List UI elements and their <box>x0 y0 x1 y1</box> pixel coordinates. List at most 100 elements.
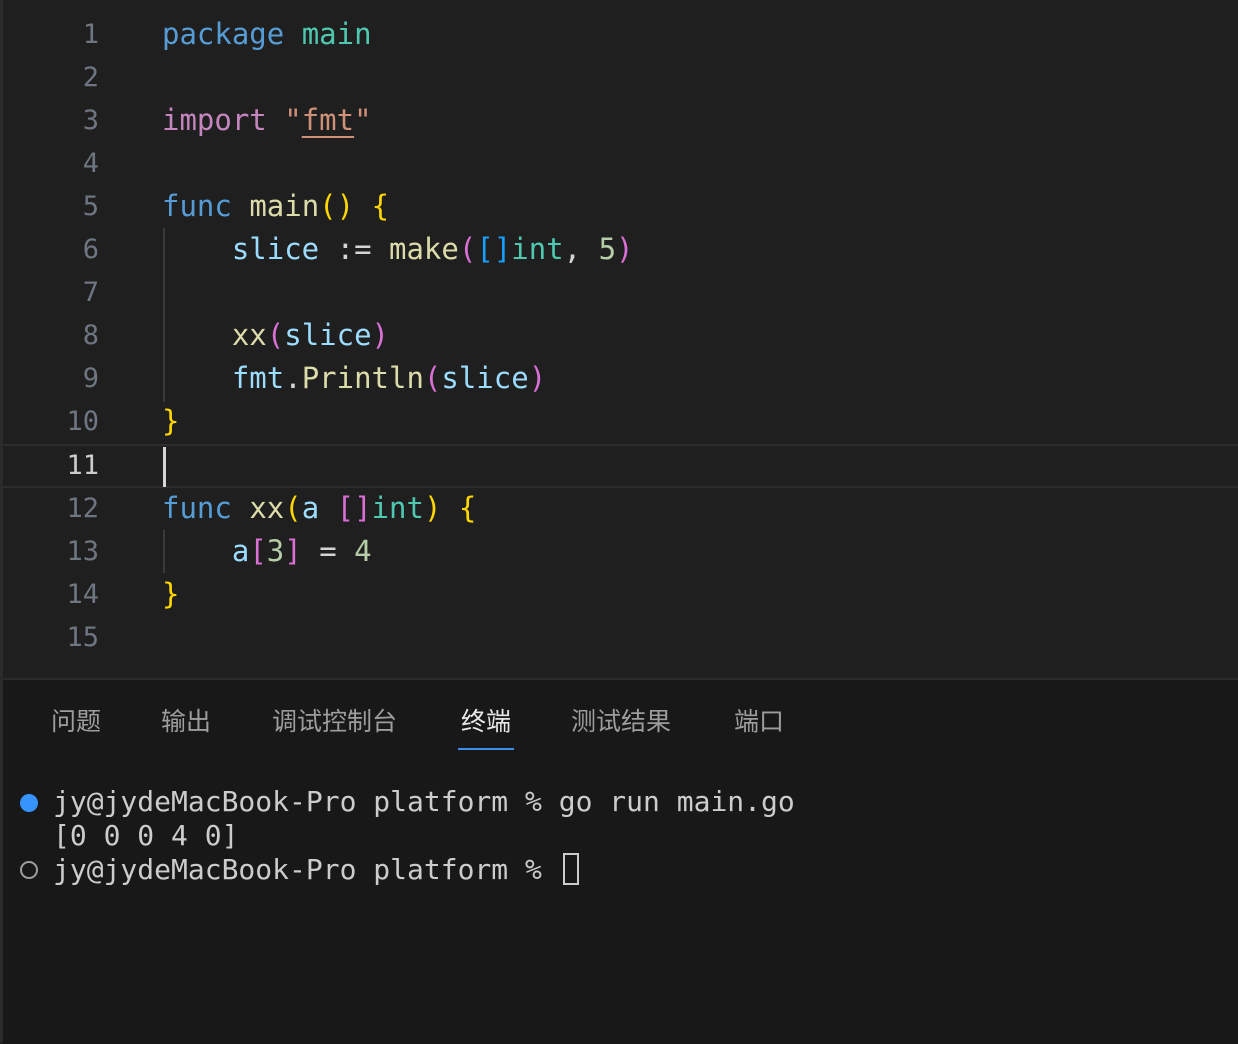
keyword: func <box>162 491 232 525</box>
function-name: main <box>249 189 320 223</box>
paren: ) <box>371 318 390 352</box>
line-number: 6 <box>82 234 99 265</box>
tab-label: 调试控制台 <box>272 707 398 736</box>
line-number: 12 <box>66 493 99 524</box>
line-number: 10 <box>66 406 99 437</box>
code-line[interactable]: 8 xx(slice) <box>3 314 1238 357</box>
line-number: 13 <box>66 536 99 567</box>
line-number: 1 <box>82 19 99 50</box>
tab-ports[interactable]: 端口 <box>734 704 784 750</box>
function-call: make <box>389 232 459 266</box>
text-caret <box>163 447 166 487</box>
paren: ( <box>458 232 477 266</box>
line-number: 3 <box>82 105 99 136</box>
panel-tabs: 问题 输出 调试控制台 终端 测试结果 端口 <box>3 680 1238 752</box>
keyword: package <box>162 17 285 51</box>
function-call: Println <box>301 361 424 395</box>
line-number: 15 <box>66 622 99 653</box>
paren: ) <box>423 491 442 525</box>
parameter: a <box>301 491 320 525</box>
code-line[interactable]: 2 <box>3 56 1238 99</box>
terminal-line: jy@jydeMacBook-Pro platform % go run mai… <box>53 785 795 818</box>
number-literal: 5 <box>598 232 617 266</box>
type-name: int <box>511 232 564 266</box>
command-success-icon[interactable] <box>20 794 38 812</box>
tab-test-results[interactable]: 测试结果 <box>571 704 671 750</box>
brace: { <box>371 189 390 223</box>
tab-terminal[interactable]: 终端 <box>458 704 515 750</box>
line-number: 7 <box>82 277 99 308</box>
line-number: 4 <box>82 148 99 179</box>
type-name: int <box>371 491 424 525</box>
line-number: 14 <box>66 579 99 610</box>
package-ref: fmt <box>231 361 285 395</box>
tab-label: 终端 <box>461 707 512 736</box>
line-number: 8 <box>82 320 99 351</box>
bracket: [] <box>476 232 512 266</box>
active-tab-indicator <box>458 748 515 750</box>
paren: ) <box>336 189 355 223</box>
code-line[interactable]: 5 func main() { <box>3 185 1238 228</box>
operator: := <box>336 232 372 266</box>
code-line[interactable]: 1 package main <box>3 13 1238 56</box>
code-line[interactable]: 4 <box>3 142 1238 185</box>
paren: ) <box>616 232 634 266</box>
tab-label: 输出 <box>161 707 212 736</box>
variable: slice <box>231 232 320 266</box>
operator: = <box>319 534 337 568</box>
terminal-prompt[interactable]: jy@jydeMacBook-Pro platform % <box>53 853 579 887</box>
string-quote: " <box>284 103 302 137</box>
number-literal: 3 <box>266 534 285 568</box>
comma: , <box>563 232 582 266</box>
code-line[interactable]: 9 fmt.Println(slice) <box>3 357 1238 400</box>
function-call: xx <box>231 318 267 352</box>
string-quote: " <box>354 103 372 137</box>
tab-label: 端口 <box>734 707 785 736</box>
code-line[interactable]: 12 func xx(a []int) { <box>3 487 1238 530</box>
bracket: [] <box>336 491 372 525</box>
brace: { <box>458 491 477 525</box>
paren: ( <box>319 189 337 223</box>
code-editor[interactable]: 1 package main 2 3 import "fmt" 4 5 func… <box>3 0 1238 678</box>
code-line[interactable]: 15 <box>3 616 1238 659</box>
keyword: func <box>162 189 232 223</box>
bracket: ] <box>284 534 302 568</box>
function-name: xx <box>249 491 285 525</box>
bracket: [ <box>249 534 267 568</box>
terminal-output: [0 0 0 4 0] <box>53 819 239 852</box>
line-number: 2 <box>82 62 99 93</box>
paren: ) <box>528 361 547 395</box>
bottom-panel: 问题 输出 调试控制台 终端 测试结果 端口 jy@jydeMacBook-Pr… <box>3 678 1238 1044</box>
package-name: main <box>301 17 372 51</box>
tab-output[interactable]: 输出 <box>161 704 211 750</box>
code-line[interactable]: 14 } <box>3 573 1238 616</box>
code-line[interactable]: 6 slice := make([]int, 5) <box>3 228 1238 271</box>
code-line[interactable]: 3 import "fmt" <box>3 99 1238 142</box>
brace: } <box>162 577 180 611</box>
variable: slice <box>284 318 372 352</box>
paren: ( <box>266 318 285 352</box>
terminal-cursor <box>562 853 579 885</box>
tab-debug-console[interactable]: 调试控制台 <box>272 704 397 750</box>
brace: } <box>162 404 180 438</box>
tab-label: 测试结果 <box>571 707 672 736</box>
tab-problems[interactable]: 问题 <box>51 704 101 750</box>
variable: slice <box>441 361 529 395</box>
import-path[interactable]: fmt <box>302 103 354 137</box>
code-line[interactable]: 10 } <box>3 400 1238 443</box>
dot: . <box>284 361 302 395</box>
line-number: 5 <box>82 191 99 222</box>
prompt-text: jy@jydeMacBook-Pro platform % <box>53 853 559 886</box>
paren: ( <box>284 491 302 525</box>
variable: a <box>231 534 250 568</box>
line-number: 9 <box>82 363 99 394</box>
line-number: 11 <box>66 450 99 481</box>
code-line[interactable]: 13 a[3] = 4 <box>3 530 1238 573</box>
number-literal: 4 <box>354 534 372 568</box>
keyword: import <box>162 103 267 137</box>
current-line[interactable]: 11 <box>3 444 1238 488</box>
paren: ( <box>423 361 442 395</box>
command-idle-icon[interactable] <box>20 861 38 879</box>
tab-label: 问题 <box>51 707 102 736</box>
code-line[interactable]: 7 <box>3 271 1238 314</box>
